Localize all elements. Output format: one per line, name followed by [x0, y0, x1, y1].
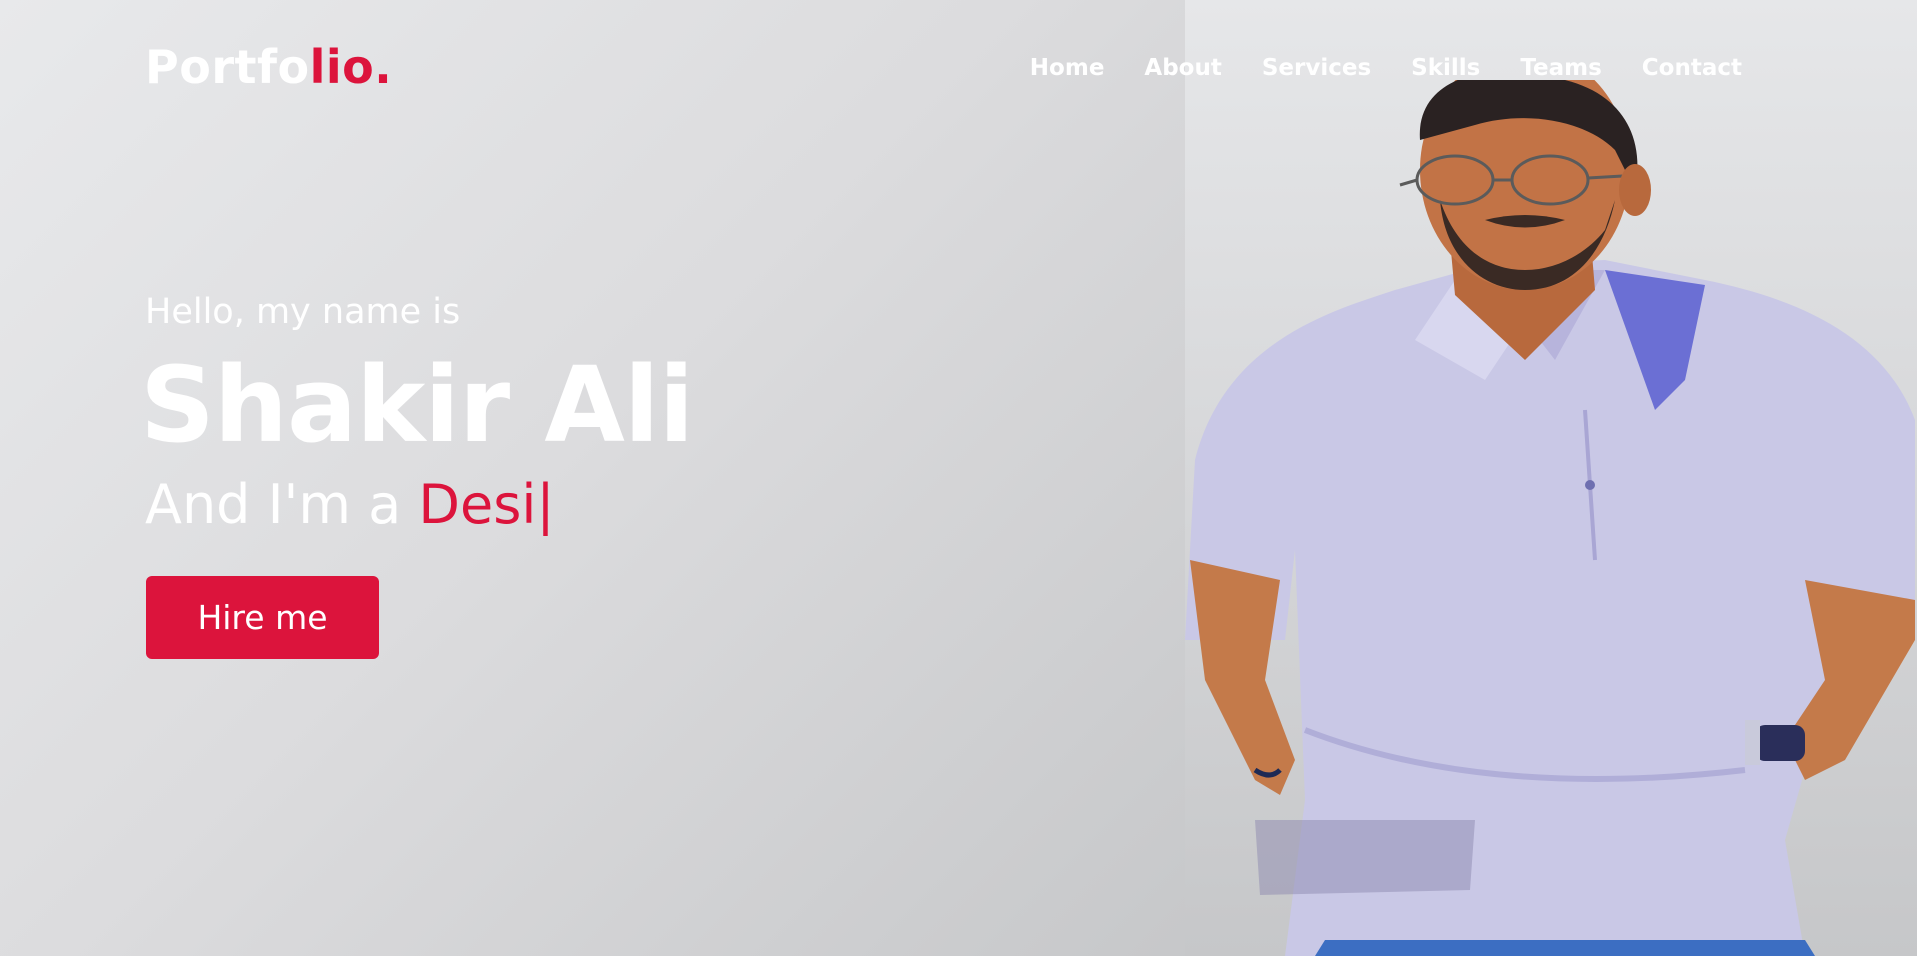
portrait-photo: [1185, 80, 1915, 956]
logo-text-accent: lio.: [309, 40, 393, 94]
hero-name: Shakir Ali: [140, 344, 694, 466]
nav-item-services[interactable]: Services: [1242, 52, 1391, 84]
role-prefix: And I'm a: [145, 473, 402, 536]
hero-role: And I'm a Desi|: [145, 470, 555, 540]
nav-item-skills[interactable]: Skills: [1391, 52, 1500, 84]
main-nav: Home About Services Skills Teams Contact: [1010, 52, 1762, 84]
nav-item-about[interactable]: About: [1124, 52, 1241, 84]
nav-item-teams[interactable]: Teams: [1500, 52, 1621, 84]
hero-section: Portfolio. Home About Services Skills Te…: [0, 0, 1917, 956]
nav-item-home[interactable]: Home: [1010, 52, 1125, 84]
logo[interactable]: Portfolio.: [145, 40, 392, 94]
logo-text-main: Portfo: [145, 40, 310, 94]
nav-item-contact[interactable]: Contact: [1622, 52, 1762, 84]
typing-cursor: |: [536, 473, 555, 536]
role-typed-text: Desi: [418, 473, 537, 536]
hire-me-button[interactable]: Hire me: [146, 576, 379, 659]
hero-greeting: Hello, my name is: [145, 292, 461, 332]
